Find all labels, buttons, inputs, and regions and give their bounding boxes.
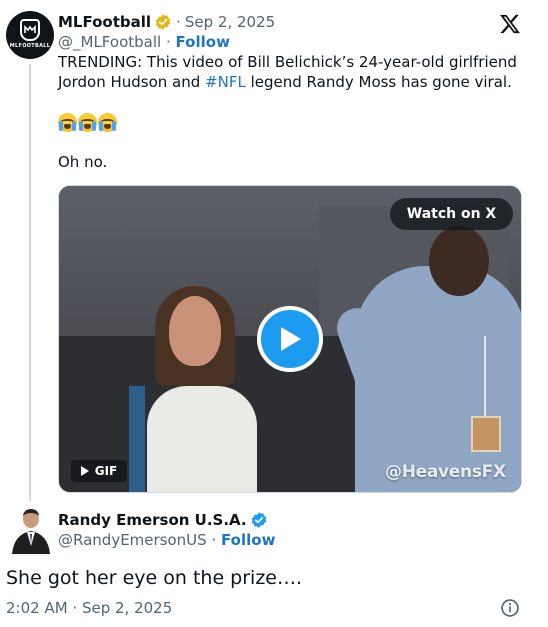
reply-author-row: Randy Emerson U.S.A. [58, 510, 268, 530]
quoted-text-part-2: legend Randy Moss has gone viral. [245, 73, 512, 91]
quoted-author-row: MLFootball · Sep 2, 2025 [58, 12, 275, 32]
reply-handle[interactable]: @RandyEmersonUS [58, 531, 207, 549]
reply-tweet-text: She got her eye on the prize…. [6, 567, 303, 589]
quoted-follow-separator: · [165, 33, 171, 51]
verified-gold-badge-icon [155, 14, 171, 30]
reply-timestamp[interactable]: 2:02 AM · Sep 2, 2025 [6, 598, 172, 618]
quoted-date[interactable]: Sep 2, 2025 [185, 12, 275, 32]
gif-badge: GIF [71, 460, 127, 482]
loudly-crying-face-icon [98, 113, 117, 132]
mlfootball-logo-icon [20, 19, 40, 41]
quoted-date-separator: · [176, 13, 181, 31]
reply-author-name[interactable]: Randy Emerson U.S.A. [58, 510, 247, 530]
loudly-crying-face-icon [58, 113, 77, 132]
video-watermark: @HeavensFX [385, 462, 506, 482]
quoted-second-line: Oh no. [58, 153, 108, 171]
watch-on-x-button[interactable]: Watch on X [390, 198, 513, 230]
x-logo-icon[interactable] [499, 14, 521, 34]
quoted-handle[interactable]: @_MLFootball [58, 33, 161, 51]
play-icon [281, 327, 301, 351]
info-icon[interactable] [500, 598, 520, 618]
mlfootball-avatar[interactable]: MLFOOTBALL [6, 11, 54, 59]
hashtag-nfl-link[interactable]: #NFL [205, 73, 246, 91]
quoted-tweet[interactable]: MLFOOTBALL MLFootball · Sep 2, 2025 @_ML… [0, 0, 548, 501]
verified-blue-badge-icon [251, 512, 266, 528]
play-small-icon [80, 466, 89, 476]
quoted-follow-button[interactable]: Follow [176, 33, 230, 51]
reply-follow-separator: · [211, 531, 217, 549]
reply-follow-button[interactable]: Follow [221, 531, 275, 549]
video-media[interactable]: Watch on X GIF @HeavensFX [58, 185, 522, 493]
gif-label: GIF [94, 464, 118, 478]
play-button[interactable] [257, 306, 323, 372]
thread-line [29, 64, 31, 501]
mlfootball-logo-text: MLFOOTBALL [9, 43, 51, 49]
quoted-tweet-text: TRENDING: This video of Bill Belichick’s… [58, 52, 528, 92]
quoted-author-name[interactable]: MLFootball [58, 12, 151, 32]
reply-handle-row: @RandyEmersonUS · Follow [58, 530, 275, 550]
emoji-row [58, 113, 117, 132]
randy-emerson-avatar[interactable] [10, 506, 52, 554]
quoted-handle-row: @_MLFootball · Follow [58, 32, 230, 52]
loudly-crying-face-icon [78, 113, 97, 132]
